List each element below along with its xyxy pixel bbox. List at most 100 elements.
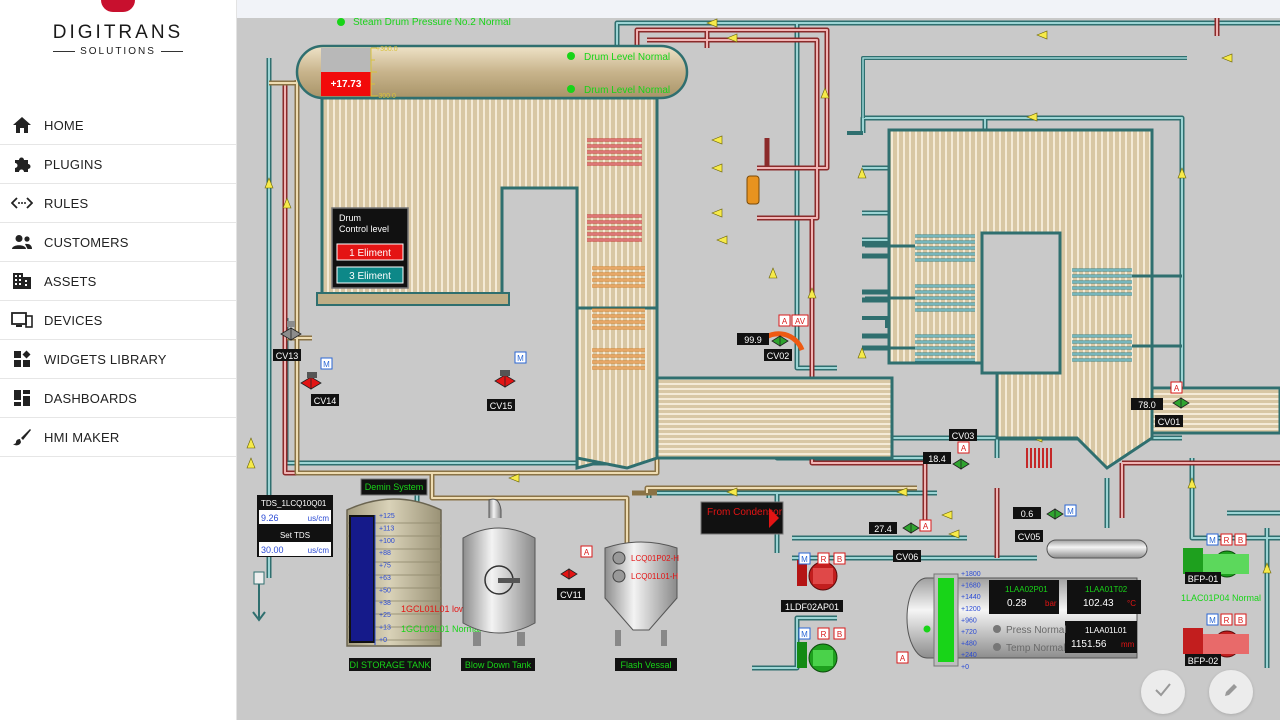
from-condensor-button[interactable]: From Condensor (700, 501, 784, 535)
cv06-label: CV06 (896, 552, 919, 562)
nav-item-widgets-library[interactable]: WIDGETS LIBRARY (0, 340, 236, 379)
standby-pump[interactable]: M R B (797, 627, 846, 673)
bfp1-mode-m: M (1209, 536, 1216, 545)
dea-l-unit: mm (1121, 640, 1135, 649)
bfp-02-pump[interactable]: M R B BFP-02 (1183, 613, 1249, 666)
cv05-mode-m: M (1067, 507, 1074, 516)
1-eliment-button[interactable]: 1 Eliment (336, 243, 404, 261)
scale-tick-label: +1800 (961, 571, 981, 578)
bfp-02-label: BFP-02 (1188, 656, 1219, 666)
ldf-mode-b: B (837, 555, 842, 564)
scale-tick-label: +480 (961, 641, 977, 648)
blow-down-tank[interactable] (462, 498, 536, 646)
dea-p-value: 0.28 (1007, 598, 1027, 609)
scale-tick-label: +75 (379, 563, 391, 570)
brand-logo[interactable]: DIGITRANS SOLUTIONS (0, 0, 236, 100)
code-arrows-icon (0, 196, 44, 210)
nav-label-home: HOME (44, 117, 84, 133)
brand-name: DIGITRANS (52, 22, 184, 43)
drum-level-value: +17.73 (331, 79, 362, 90)
puzzle-icon (0, 154, 44, 174)
cv02-label: CV02 (767, 351, 790, 361)
set-tds-input[interactable]: 30.00 us/cm (259, 542, 331, 556)
nav-label-widgets-library: WIDGETS LIBRARY (44, 351, 167, 367)
nav-item-plugins[interactable]: PLUGINS (0, 145, 236, 184)
cv15-label: CV15 (490, 401, 513, 411)
bfp-01-pump[interactable]: M R B BFP-01 (1183, 533, 1249, 584)
scale-tick-label: +1440 (961, 594, 981, 601)
ldf-pump[interactable]: M R B (797, 552, 846, 591)
standby-mode-r: R (821, 630, 827, 639)
bfp2-mode-r: R (1224, 616, 1230, 625)
valve-cv14[interactable]: CV14 M (300, 357, 339, 406)
3-eliment-button[interactable]: 3 Eliment (336, 266, 404, 284)
nav-label-dashboards: DASHBOARDS (44, 390, 138, 406)
confirm-button[interactable] (1141, 670, 1185, 714)
dea-t-value: 102.43 (1083, 598, 1114, 609)
cv01-value: 78.0 (1138, 400, 1156, 410)
tds-value: 9.26 (261, 513, 279, 523)
set-tds-value: 30.00 (261, 545, 284, 555)
ldf-mode-r: R (821, 555, 827, 564)
cv14-mode-m: M (323, 360, 330, 369)
drum-scale-top: +300.0 (376, 46, 398, 53)
nav-item-assets[interactable]: ASSETS (0, 262, 236, 301)
demin-system-button[interactable]: Demin System (360, 478, 428, 496)
scale-tick-label: +0 (961, 664, 969, 671)
di-status-1: 1GCL01L01 low (401, 604, 466, 614)
deaerator-level-fill (938, 578, 954, 662)
dea-press-status: Press Normal (1006, 625, 1067, 636)
valve-cv05[interactable]: 0.6 CV05 M (1013, 504, 1077, 542)
scale-tick-label: +113 (379, 525, 394, 532)
valve-cv11[interactable]: CV11 A (557, 545, 593, 600)
nav-item-rules[interactable]: RULES (0, 184, 236, 223)
flash-vessal-label: Flash Vessal (620, 660, 671, 670)
bfp1-mode-r: R (1224, 536, 1230, 545)
scale-tick-label: +100 (379, 538, 395, 545)
nav-item-customers[interactable]: CUSTOMERS (0, 223, 236, 262)
drum-status-led-1 (567, 52, 575, 60)
nav-item-dashboards[interactable]: DASHBOARDS (0, 379, 236, 418)
top-status-text: Steam Drum Pressure No.2 Normal (353, 18, 511, 28)
valve-cv15[interactable]: CV15 M (487, 351, 527, 411)
dashboard-icon (0, 389, 44, 407)
cv03-mode-a: A (961, 444, 967, 453)
set-tds-unit: us/cm (308, 546, 330, 555)
drum-status-led-2 (567, 85, 575, 93)
cv03-value: 18.4 (928, 454, 946, 464)
ldf-pump-label: 1LDF02AP01 (785, 602, 839, 612)
bfp2-mode-b: B (1238, 616, 1243, 625)
standby-mode-m: M (801, 630, 808, 639)
nav-item-devices[interactable]: DEVICES (0, 301, 236, 340)
blowdown-label: Blow Down Tank (465, 660, 532, 670)
cv01-mode-a: A (1174, 384, 1180, 393)
cv06-mode-a: A (923, 522, 929, 531)
scale-tick-label: +125 (379, 513, 395, 520)
cv03-label: CV03 (952, 431, 975, 441)
1-eliment-label: 1 Eliment (349, 248, 391, 259)
cv13-label: CV13 (276, 351, 299, 361)
scale-tick-label: +720 (961, 629, 977, 636)
nav-item-hmi-maker[interactable]: HMI MAKER (0, 418, 236, 457)
scale-tick-label: +0 (379, 637, 387, 644)
cv05-value: 0.6 (1021, 509, 1034, 519)
nav-label-plugins: PLUGINS (44, 156, 103, 172)
scale-tick-label: +25 (379, 612, 391, 619)
devices-icon (0, 312, 44, 328)
nav-item-home[interactable]: HOME (0, 106, 236, 145)
nav-label-devices: DEVICES (44, 312, 103, 328)
dea-l-tag: 1LAA01L01 (1085, 626, 1127, 635)
set-tds-label: Set TDS (280, 531, 310, 540)
bfp-status: 1LAC01P04 Normal (1181, 593, 1261, 603)
demin-label: Demin System (365, 482, 424, 492)
dea-p-tag: 1LAA02P01 (1005, 585, 1048, 594)
check-icon (1155, 682, 1171, 702)
di-tank-level-fill (351, 517, 373, 641)
dea-t-unit: °C (1127, 599, 1136, 608)
hmi-canvas[interactable]: +17.73 +300.0 -300.0 Drum Level Normal D… (237, 18, 1280, 720)
sidebar: DIGITRANS SOLUTIONS HOME PLUGINS RULES C… (0, 0, 237, 720)
edit-button[interactable] (1209, 670, 1253, 714)
valve-cv03[interactable]: CV03 18.4 A (923, 429, 977, 470)
dea-t-tag: 1LAA01T02 (1085, 585, 1128, 594)
top-bar (237, 0, 1280, 18)
